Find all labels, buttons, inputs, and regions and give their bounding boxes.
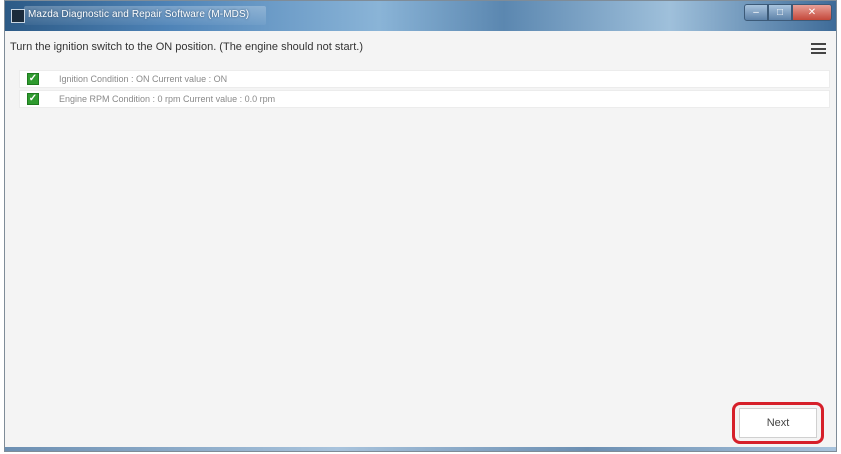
condition-row-engine-rpm: ✓ Engine RPM Condition : 0 rpm Current v… [19,90,830,108]
maximize-button[interactable]: □ [768,4,792,21]
minimize-button[interactable]: – [744,4,768,21]
bottom-bar [5,447,836,451]
checkmark-icon: ✓ [27,93,39,105]
instruction-text: Turn the ignition switch to the ON posit… [10,41,363,53]
hamburger-menu-icon[interactable] [811,43,826,54]
close-icon: ✕ [807,7,817,18]
window-controls: – □ ✕ [744,4,832,21]
condition-row-ignition: ✓ Ignition Condition : ON Current value … [19,70,830,88]
title-bar[interactable]: Mazda Diagnostic and Repair Software (M-… [5,1,836,31]
condition-list: ✓ Ignition Condition : ON Current value … [19,70,830,110]
app-window: Mazda Diagnostic and Repair Software (M-… [4,0,837,452]
checkmark-icon: ✓ [27,73,39,85]
window-title: Mazda Diagnostic and Repair Software (M-… [28,9,250,20]
next-button[interactable]: Next [739,408,817,438]
maximize-icon: □ [776,7,784,18]
close-button[interactable]: ✕ [792,4,832,21]
minimize-icon: – [753,7,759,18]
main-content: Turn the ignition switch to the ON posit… [5,31,836,451]
app-icon [11,9,25,23]
condition-text: Engine RPM Condition : 0 rpm Current val… [59,94,276,104]
condition-text: Ignition Condition : ON Current value : … [59,74,228,84]
